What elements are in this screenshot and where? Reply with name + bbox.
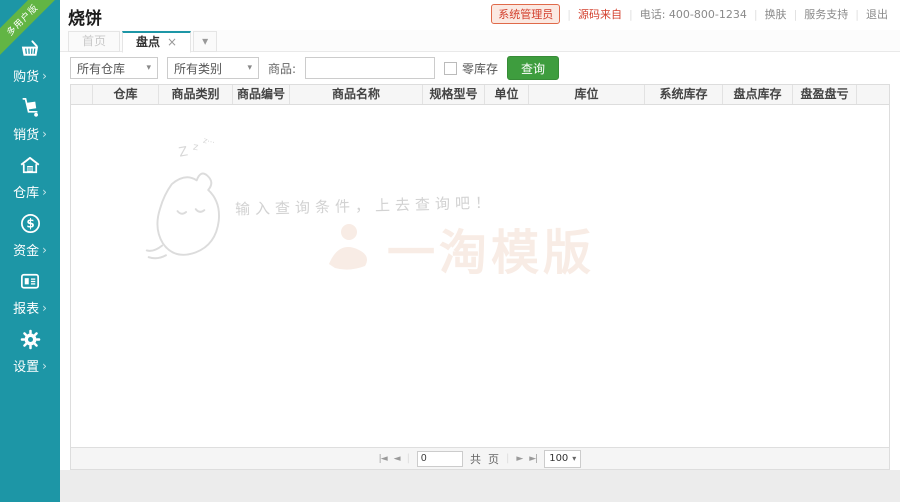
chevron-down-icon: ▾	[146, 63, 151, 73]
category-select-value: 所有类别	[174, 60, 222, 77]
column-header: 商品名称	[290, 85, 423, 104]
header-toolbar: 系统管理员 | 源码来自 | 电话: 400-800-1234 | 换肤 | 服…	[491, 4, 888, 24]
dollar-icon: $	[0, 212, 60, 238]
sidebar-item-funds[interactable]: $ 资金›	[0, 204, 60, 262]
chevron-right-icon: ›	[42, 69, 47, 83]
divider: |	[754, 8, 758, 21]
product-input[interactable]	[305, 57, 435, 79]
sidebar: 购货› 销货›	[0, 0, 60, 502]
skin-link[interactable]: 换肤	[765, 6, 787, 22]
support-link[interactable]: 服务支持	[804, 6, 848, 22]
column-header-blank	[71, 85, 93, 104]
total-pages-suffix: 页	[488, 451, 499, 467]
chevron-down-icon: ▾	[572, 454, 576, 463]
column-header: 单位	[485, 85, 529, 104]
sidebar-item-reports[interactable]: 报表›	[0, 262, 60, 320]
chevron-right-icon: ›	[42, 127, 47, 141]
first-page-button[interactable]: |◄	[379, 454, 387, 464]
page-size-value: 100	[549, 453, 568, 464]
pagination-bar: |◄ ◄ | 共 页 | ► ►| 100 ▾	[71, 447, 889, 469]
column-header: 商品编号	[233, 85, 290, 104]
product-label: 商品:	[268, 60, 296, 77]
tab-home[interactable]: 首页	[68, 31, 120, 52]
zzz-text: Z z z···	[179, 141, 215, 160]
svg-text:$: $	[26, 217, 34, 231]
warehouse-select-value: 所有仓库	[77, 60, 125, 77]
chevron-right-icon: ›	[42, 359, 47, 373]
column-header-blank	[857, 85, 889, 104]
page-bottom-band	[60, 470, 900, 502]
sidebar-item-warehouse[interactable]: 仓库›	[0, 146, 60, 204]
chevron-down-icon: ▾	[247, 63, 252, 73]
watermark-logo-icon	[325, 220, 377, 276]
page-size-select[interactable]: 100 ▾	[544, 450, 581, 468]
zero-stock-checkbox[interactable]	[444, 62, 457, 75]
phone-text: 电话: 400-800-1234	[640, 6, 747, 22]
zero-stock-label: 零库存	[462, 60, 498, 77]
next-page-button[interactable]: ►	[516, 454, 522, 464]
sidebar-label: 购货	[13, 66, 39, 85]
category-select[interactable]: 所有类别 ▾	[167, 57, 259, 79]
filter-bar: 所有仓库 ▾ 所有类别 ▾ 商品: 零库存 查询	[70, 56, 559, 80]
page-title: 烧饼	[68, 4, 102, 29]
tab-bar: 首页 盘点 × ▾	[60, 30, 900, 52]
divider: |	[567, 8, 571, 21]
sidebar-label: 销货	[13, 124, 39, 143]
grid-header-row: 仓库 商品类别 商品编号 商品名称 规格型号 单位 库位 系统库存 盘点库存 盘…	[71, 85, 889, 105]
divider: |	[506, 453, 509, 464]
column-header: 仓库	[93, 85, 159, 104]
main-area: 烧饼 系统管理员 | 源码来自 | 电话: 400-800-1234 | 换肤 …	[60, 0, 900, 502]
total-pages-prefix: 共	[470, 451, 481, 467]
source-link[interactable]: 源码来自	[578, 6, 622, 22]
tab-dropdown[interactable]: ▾	[193, 31, 217, 52]
logout-link[interactable]: 退出	[866, 6, 888, 22]
chevron-down-icon: ▾	[202, 34, 208, 48]
chevron-right-icon: ›	[42, 301, 47, 315]
prev-page-button[interactable]: ◄	[394, 454, 400, 464]
watermark-text: 一淘模版	[387, 213, 595, 283]
divider: |	[794, 8, 798, 21]
divider: |	[855, 8, 859, 21]
sidebar-label: 设置	[13, 356, 39, 375]
last-page-button[interactable]: ►|	[529, 454, 537, 464]
stocktake-grid: 仓库 商品类别 商品编号 商品名称 规格型号 单位 库位 系统库存 盘点库存 盘…	[70, 84, 890, 470]
column-header: 商品类别	[159, 85, 233, 104]
column-header: 盘盈盘亏	[793, 85, 857, 104]
column-header: 系统库存	[645, 85, 723, 104]
column-header: 盘点库存	[723, 85, 793, 104]
role-badge: 系统管理员	[491, 4, 560, 24]
watermark: 一淘模版	[325, 213, 595, 283]
handtruck-icon	[0, 96, 60, 122]
sidebar-label: 报表	[13, 298, 39, 317]
sidebar-label: 仓库	[13, 182, 39, 201]
column-header: 规格型号	[423, 85, 485, 104]
page-number-input[interactable]	[417, 451, 463, 467]
chevron-right-icon: ›	[42, 185, 47, 199]
sleeping-cat-doodle	[141, 153, 237, 277]
app-root: 购货› 销货›	[0, 0, 900, 502]
gear-icon	[0, 328, 60, 354]
tab-stocktake[interactable]: 盘点 ×	[122, 31, 191, 53]
chevron-right-icon: ›	[42, 243, 47, 257]
close-icon[interactable]: ×	[167, 35, 177, 49]
warehouse-select[interactable]: 所有仓库 ▾	[70, 57, 158, 79]
report-icon	[0, 270, 60, 296]
grid-body-empty: 一淘模版 Z z z··· 输入查询条件，上去查询吧！	[71, 105, 889, 448]
sidebar-item-settings[interactable]: 设置›	[0, 320, 60, 378]
tab-stocktake-label: 盘点	[136, 35, 160, 49]
divider: |	[629, 8, 633, 21]
divider: |	[407, 453, 410, 464]
query-button[interactable]: 查询	[507, 56, 559, 80]
warehouse-icon	[0, 154, 60, 180]
sidebar-label: 资金	[13, 240, 39, 259]
sidebar-item-sales[interactable]: 销货›	[0, 88, 60, 146]
column-header: 库位	[529, 85, 645, 104]
